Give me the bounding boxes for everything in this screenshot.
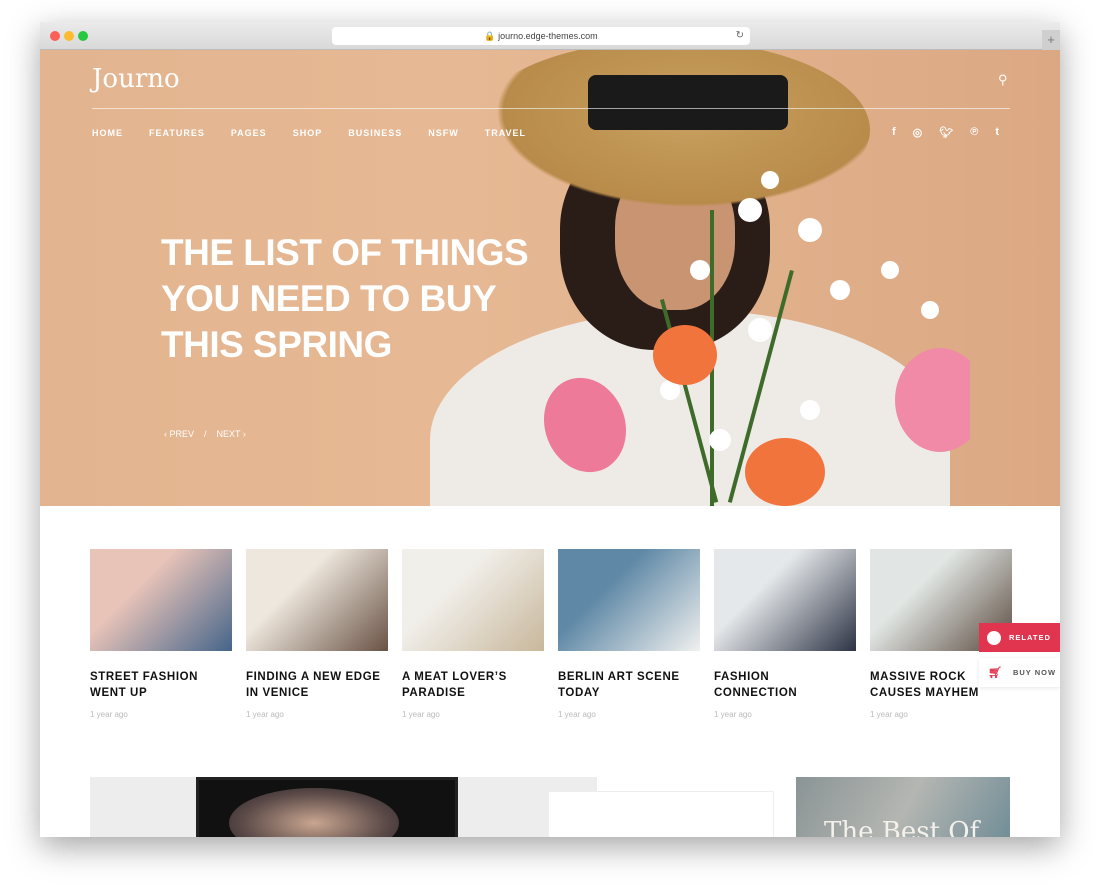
- post-title[interactable]: FASHION CONNECTION: [714, 669, 856, 701]
- nav-nsfw[interactable]: NSFW: [428, 128, 459, 138]
- post-thumbnail[interactable]: [714, 549, 856, 651]
- related-icon: [987, 630, 1001, 645]
- prev-label: PREV: [169, 429, 195, 439]
- post-date: 1 year ago: [558, 710, 596, 719]
- post-title[interactable]: FINDING A NEW EDGE IN VENICE: [246, 669, 388, 701]
- post-title[interactable]: STREET FASHION WENT UP: [90, 669, 232, 701]
- related-label: RELATED: [1009, 633, 1051, 642]
- hero-title[interactable]: THE LIST OF THINGS YOU NEED TO BUY THIS …: [161, 230, 561, 368]
- post-card[interactable]: A MEAT LOVER’S PARADISE 1 year ago: [402, 549, 544, 719]
- post-thumbnail[interactable]: [558, 549, 700, 651]
- post-card[interactable]: FINDING A NEW EDGE IN VENICE 1 year ago: [246, 549, 388, 719]
- bouquet-image: [543, 171, 970, 506]
- maximize-button[interactable]: [78, 31, 88, 41]
- post-thumbnail[interactable]: [402, 549, 544, 651]
- nav-features[interactable]: FEATURES: [149, 128, 205, 138]
- nav-pages[interactable]: PAGES: [231, 128, 267, 138]
- artwork: [229, 788, 399, 837]
- facebook-icon[interactable]: f: [892, 126, 896, 139]
- nav-shop[interactable]: SHOP: [293, 128, 323, 138]
- reload-icon[interactable]: ↻: [736, 27, 744, 45]
- post-card[interactable]: STREET FASHION WENT UP 1 year ago: [90, 549, 232, 719]
- slider-controls: ‹ PREV / NEXT ›: [164, 429, 246, 439]
- pinterest-icon[interactable]: ℗: [970, 126, 978, 139]
- tumblr-icon[interactable]: t: [995, 126, 999, 139]
- post-thumbnail[interactable]: [90, 549, 232, 651]
- new-tab-button[interactable]: +: [1042, 30, 1060, 50]
- post-card[interactable]: FASHION CONNECTION 1 year ago: [714, 549, 856, 719]
- main-nav: HOME FEATURES PAGES SHOP BUSINESS NSFW T…: [92, 128, 526, 138]
- hat-band: [588, 75, 788, 130]
- hero-slider: Journo ⚲ HOME FEATURES PAGES SHOP BUSINE…: [40, 50, 1060, 506]
- browser-window: 🔒 journo.edge-themes.com ↻ + Journo ⚲ HOM…: [40, 22, 1060, 837]
- post-list: STREET FASHION WENT UP 1 year ago FINDING …: [90, 549, 1012, 719]
- cart-icon: 🛒︎: [988, 667, 1003, 679]
- post-date: 1 year ago: [870, 710, 908, 719]
- address-bar[interactable]: 🔒 journo.edge-themes.com ↻: [332, 27, 750, 45]
- instagram-icon[interactable]: ◎: [913, 126, 923, 139]
- post-date: 1 year ago: [714, 710, 752, 719]
- separator: /: [204, 429, 207, 439]
- post-date: 1 year ago: [90, 710, 128, 719]
- featured-image-1[interactable]: [90, 777, 597, 837]
- nav-business[interactable]: BUSINESS: [348, 128, 402, 138]
- prev-button[interactable]: ‹ PREV: [164, 429, 194, 439]
- related-button[interactable]: RELATED: [979, 623, 1060, 652]
- search-icon[interactable]: ⚲: [998, 72, 1008, 88]
- browser-toolbar: 🔒 journo.edge-themes.com ↻ +: [40, 22, 1060, 50]
- post-date: 1 year ago: [402, 710, 440, 719]
- post-title[interactable]: A MEAT LOVER’S PARADISE: [402, 669, 544, 701]
- buy-now-button[interactable]: 🛒︎ BUY NOW: [979, 658, 1060, 687]
- nav-home[interactable]: HOME: [92, 128, 123, 138]
- minimize-button[interactable]: [64, 31, 74, 41]
- next-button[interactable]: NEXT ›: [217, 429, 246, 439]
- monitor-image: [196, 777, 458, 837]
- featured-text: The Best Of: [824, 817, 980, 837]
- post-title[interactable]: BERLIN ART SCENE TODAY: [558, 669, 700, 701]
- post-date: 1 year ago: [246, 710, 284, 719]
- site-logo[interactable]: Journo: [92, 64, 180, 94]
- url-text: journo.edge-themes.com: [498, 31, 598, 41]
- featured-card[interactable]: [548, 791, 774, 837]
- twitter-icon[interactable]: 🐦︎: [939, 126, 953, 139]
- featured-image-3[interactable]: The Best Of: [796, 777, 1010, 837]
- close-button[interactable]: [50, 31, 60, 41]
- next-label: NEXT: [216, 429, 241, 439]
- social-links: f ◎ 🐦︎ ℗ t: [892, 126, 999, 139]
- post-card[interactable]: BERLIN ART SCENE TODAY 1 year ago: [558, 549, 700, 719]
- header-divider: [92, 108, 1010, 109]
- nav-travel[interactable]: TRAVEL: [485, 128, 526, 138]
- buy-now-label: BUY NOW: [1012, 668, 1057, 677]
- post-thumbnail[interactable]: [246, 549, 388, 651]
